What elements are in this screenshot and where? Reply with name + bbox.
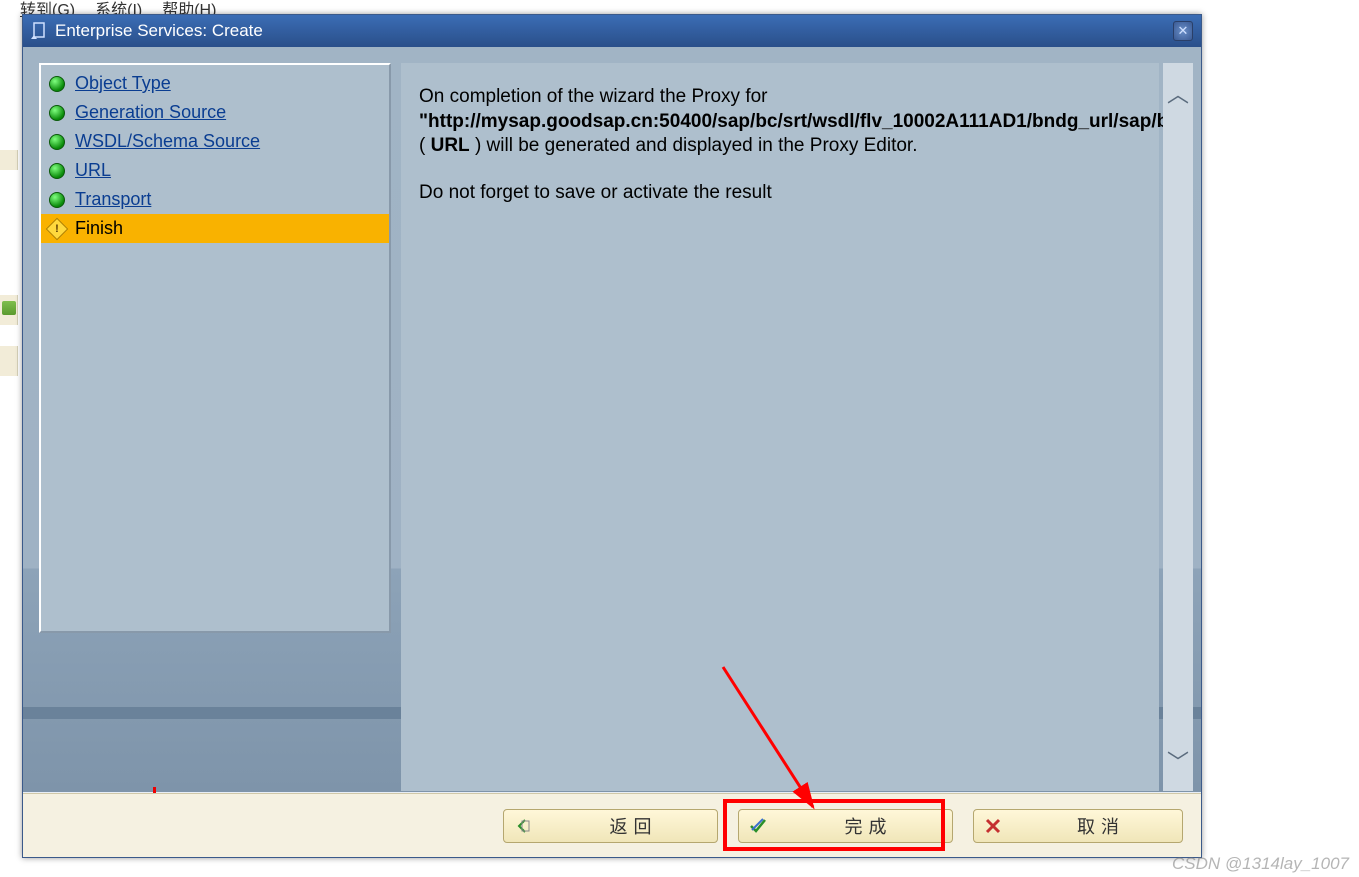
content-url-label: URL — [431, 135, 470, 156]
titlebar: Enterprise Services: Create ✕ — [23, 15, 1201, 47]
content-text: ( — [419, 135, 431, 156]
watermark: CSDN @1314lay_1007 — [1172, 854, 1349, 874]
dialog-title: Enterprise Services: Create — [55, 21, 1173, 41]
step-link[interactable]: Object Type — [75, 73, 171, 94]
step-label: Finish — [75, 218, 123, 239]
finish-check-icon — [749, 817, 767, 835]
scroll-up-icon[interactable]: ︿ — [1165, 63, 1191, 123]
content-text: ) will be generated and displayed in the… — [470, 135, 918, 156]
step-generation-source[interactable]: Generation Source — [41, 98, 389, 127]
status-done-icon — [49, 163, 65, 179]
step-link[interactable]: Generation Source — [75, 102, 226, 123]
cancel-label: 取消 — [1030, 813, 1172, 839]
status-done-icon — [49, 192, 65, 208]
bg-stripe — [0, 150, 18, 170]
back-label: 返回 — [560, 813, 707, 839]
step-finish[interactable]: Finish — [41, 214, 389, 243]
content-paragraph-2: Do not forget to save or activate the re… — [419, 181, 1141, 206]
content-paragraph-1: On completion of the wizard the Proxy fo… — [419, 85, 1141, 159]
cancel-button[interactable]: 取消 — [973, 809, 1183, 843]
step-link[interactable]: URL — [75, 160, 111, 181]
status-done-icon — [49, 76, 65, 92]
close-button[interactable]: ✕ — [1173, 21, 1193, 41]
wizard-dialog: Enterprise Services: Create ✕ Object Typ… — [22, 14, 1202, 858]
status-done-icon — [49, 105, 65, 121]
finish-label: 完成 — [795, 813, 942, 839]
step-url[interactable]: URL — [41, 156, 389, 185]
status-done-icon — [49, 134, 65, 150]
scrollbar[interactable]: ︿ ﹀ — [1163, 63, 1193, 791]
step-link[interactable]: Transport — [75, 189, 151, 210]
back-button[interactable]: 返回 — [503, 809, 718, 843]
close-icon: ✕ — [1178, 23, 1189, 39]
content-url-bold: "http://mysap.goodsap.cn:50400/sap/bc/sr… — [419, 111, 1193, 132]
button-bar: 返回 完成 取消 — [23, 793, 1201, 857]
step-transport[interactable]: Transport — [41, 185, 389, 214]
step-link[interactable]: WSDL/Schema Source — [75, 131, 260, 152]
wizard-steps-panel: Object Type Generation Source WSDL/Schem… — [39, 63, 391, 633]
cancel-x-icon — [984, 817, 1002, 835]
step-object-type[interactable]: Object Type — [41, 69, 389, 98]
status-warning-icon — [46, 217, 69, 240]
document-new-icon — [31, 22, 49, 40]
back-icon — [514, 817, 532, 835]
content-text: On completion of the wizard the Proxy fo… — [419, 86, 768, 107]
bg-green-square-icon — [2, 301, 16, 315]
wizard-content: On completion of the wizard the Proxy fo… — [401, 63, 1159, 791]
step-wsdl-schema-source[interactable]: WSDL/Schema Source — [41, 127, 389, 156]
scroll-down-icon[interactable]: ﹀ — [1165, 731, 1191, 791]
bg-stripe — [0, 346, 18, 376]
finish-button[interactable]: 完成 — [738, 809, 953, 843]
